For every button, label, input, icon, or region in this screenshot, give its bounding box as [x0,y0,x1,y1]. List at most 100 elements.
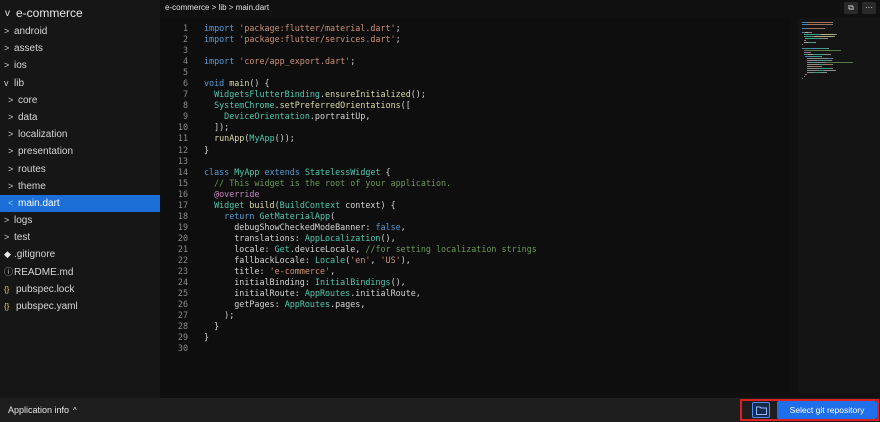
code-token: BuildContext [279,199,346,210]
split-editor-icon[interactable]: ⧉ [844,2,858,14]
code-token: 'package:flutter/material.dart' [239,23,396,33]
chevron-right-icon: > [4,26,10,36]
select-git-repository-button[interactable]: Select git repository [777,401,877,419]
code-token: false [375,221,401,232]
file-tree: > android > assets > ios v lib > core > data > locali… [0,23,160,315]
minimap-mark [817,70,825,72]
minimap-mark [806,22,832,24]
code-token: .portraitUp, [309,111,371,122]
tree-item-main-dart[interactable]: < main.dart [0,194,160,213]
minimap-mark [817,60,830,62]
project-name: e-commerce [16,6,83,20]
tree-item-pubspec-lock[interactable]: {} pubspec.lock [0,281,160,298]
tree-item-logs[interactable]: > logs [0,212,160,229]
code-line: 20 translations: AppLocalization(), [160,233,790,244]
info-icon: ⓘ [4,266,14,277]
open-folder-button[interactable] [752,402,770,418]
code-token: ()); [274,133,295,144]
application-info-toggle[interactable]: Application info ^ [8,398,77,422]
line-number: 26 [177,299,188,310]
minimap[interactable] [798,18,880,393]
code-token: fallbackLocale: [204,254,315,265]
line-number: 16 [177,188,188,199]
line-text: import 'package:flutter/services.dart'; [188,34,401,45]
tree-item-assets[interactable]: > assets [0,40,160,57]
line-number: 7 [182,89,188,100]
more-icon[interactable]: ⋯ [862,2,876,14]
code-line: 24 initialBinding: InitialBindings(), [160,277,790,288]
tree-item-readme-md[interactable]: ⓘ README.md [0,264,160,281]
line-number: 11 [177,133,188,144]
tree-item-presentation[interactable]: > presentation [0,143,160,160]
code-token: ensureInitialized [325,89,411,100]
code-line: 9 DeviceOrientation.portraitUp, [160,111,790,122]
chevron-down-icon: v [5,7,10,19]
json-icon: {} [4,284,10,294]
minimap-mark [805,74,807,76]
code-token: } [204,144,210,155]
code-token: build [249,199,275,210]
git-icon: ◆ [4,249,11,260]
minimap-mark [806,64,819,66]
minimap-mark [806,24,832,26]
code-token: main [229,78,250,89]
code-token: , [400,221,406,232]
line-number: 13 [177,155,188,166]
tree-item-gitignore[interactable]: ◆ .gitignore [0,246,160,263]
line-text [188,67,204,78]
code-lines: 1 import 'package:flutter/material.dart';… [160,23,790,354]
code-token: import [204,56,240,67]
file-explorer: v e-commerce > android > assets > ios v lib > cor… [0,0,160,398]
code-token: AppRoutes [304,288,351,299]
tree-item-ios[interactable]: > ios [0,57,160,74]
code-line: 26 getPages: AppRoutes.pages, [160,299,790,310]
code-token: locale: [204,243,275,254]
minimap-mark [803,76,805,78]
minimap-mark [824,70,836,72]
code-token: Locale [314,254,346,265]
tree-item-pubspec-yaml[interactable]: {} pubspec.yaml [0,298,160,315]
code-token: 'US' [380,254,401,265]
line-number: 15 [177,177,188,188]
tree-item-core[interactable]: > core [0,92,160,109]
chevron-right-icon: > [4,60,10,71]
line-text: DeviceOrientation.portraitUp, [188,111,370,122]
tree-item-lib[interactable]: v lib [0,75,160,92]
code-token: // This widget is the root of your appli… [204,177,452,188]
tree-item-localization[interactable]: > localization [0,126,160,143]
breadcrumb[interactable]: e-commerce > lib > main.dart [165,3,269,13]
code-token: WidgetsFlutterBinding [204,89,320,100]
line-number: 3 [182,45,188,56]
tree-item-data[interactable]: > data [0,109,160,126]
code-line: 27 ); [160,310,790,321]
tree-item-test[interactable]: > test [0,229,160,246]
line-number: 6 [182,78,188,89]
code-token: SystemChrome [204,100,275,111]
code-token: 'core/app_export.dart' [239,56,351,67]
code-editor[interactable]: 1 import 'package:flutter/material.dart';… [160,18,790,393]
tree-item-theme[interactable]: > theme [0,178,160,195]
line-text: fallbackLocale: Locale('en', 'US'), [188,255,411,266]
tree-item-routes[interactable]: > routes [0,161,160,178]
project-header[interactable]: v e-commerce [5,3,83,23]
code-line: 30 [160,343,790,354]
code-token: MyApp [234,166,265,177]
tree-item-label: assets [14,43,43,55]
line-text: return GetMaterialApp( [188,211,335,222]
chevron-up-icon: ^ [73,406,77,415]
minimap-mark [832,58,834,60]
code-token: runApp [214,133,245,144]
minimap-mark [806,28,825,30]
code-token: ); [204,310,235,321]
minimap-mark [806,68,819,70]
line-number: 23 [177,266,188,277]
code-token: InitialBindings [314,277,391,288]
line-text: SystemChrome.setPreferredOrientations([ [188,100,411,111]
tree-item-android[interactable]: > android [0,23,160,40]
code-token: 'package:flutter/services.dart' [239,34,396,45]
line-number: 22 [177,254,188,265]
line-text: ]); [188,122,229,133]
minimap-mark [814,72,822,74]
line-text: } [188,145,209,156]
code-token: , [330,266,336,277]
